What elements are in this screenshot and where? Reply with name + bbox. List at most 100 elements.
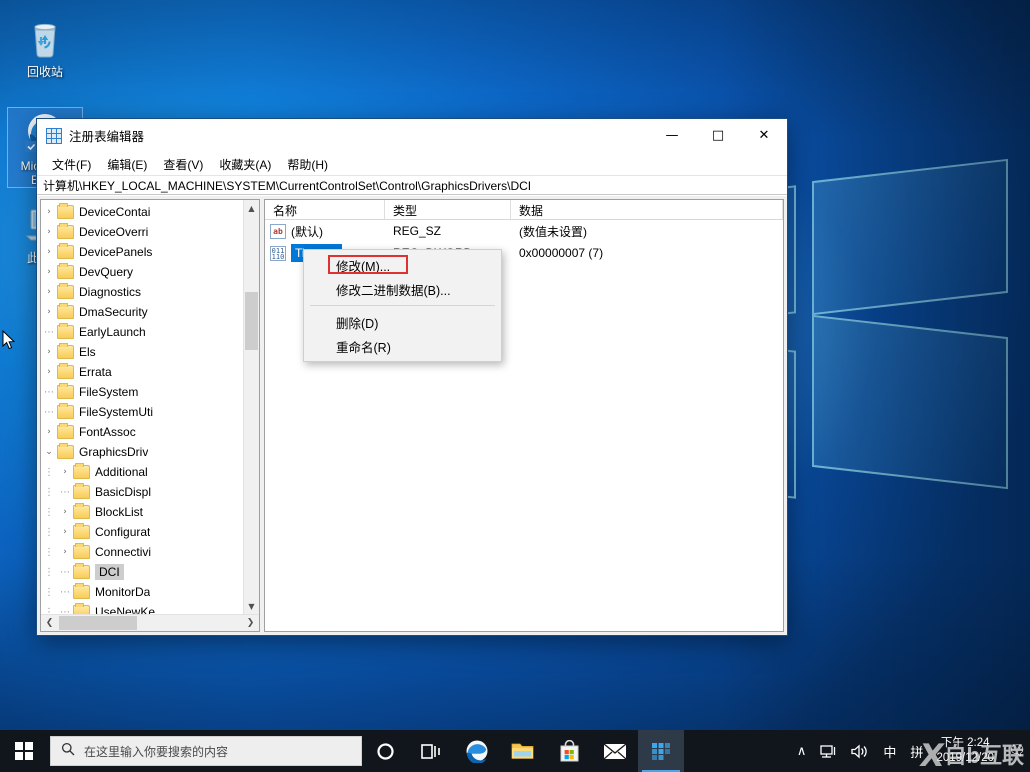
context-menu-item-modify-binary[interactable]: 修改二进制数据(B)... bbox=[304, 277, 501, 301]
context-menu-item-modify[interactable]: 修改(M)... bbox=[304, 253, 501, 277]
tree-horizontal-scrollbar[interactable]: ❮ ❯ bbox=[41, 614, 259, 631]
tree-expander-icon[interactable]: › bbox=[57, 547, 73, 557]
value-name-cell[interactable]: ab (默认) bbox=[265, 223, 385, 240]
window-titlebar[interactable]: 注册表编辑器 — □ ✕ bbox=[37, 119, 787, 153]
tree-node-basicdispl[interactable]: ⋮ ⋯ BasicDispl bbox=[41, 482, 259, 502]
desktop-icon-recycle-bin[interactable]: 回收站 bbox=[8, 14, 82, 79]
maximize-button[interactable]: □ bbox=[695, 119, 741, 152]
tree-expander-icon[interactable]: › bbox=[41, 247, 57, 257]
menu-bar[interactable]: 文件(F) 编辑(E) 查看(V) 收藏夹(A) 帮助(H) bbox=[37, 153, 787, 175]
tree-node-fontassoc[interactable]: › FontAssoc bbox=[41, 422, 259, 442]
folder-icon bbox=[73, 543, 90, 559]
ime-pinyin-icon[interactable]: 拼 bbox=[903, 730, 930, 772]
tree-node-errata[interactable]: › Errata bbox=[41, 362, 259, 382]
tree-expander-icon[interactable]: › bbox=[41, 427, 57, 437]
tree-expander-icon[interactable]: › bbox=[57, 527, 73, 537]
tree-node-configurat[interactable]: ⋮ › Configurat bbox=[41, 522, 259, 542]
tree-expander-icon[interactable]: › bbox=[41, 227, 57, 237]
tree-node-devquery[interactable]: › DevQuery bbox=[41, 262, 259, 282]
address-bar[interactable]: 计算机\HKEY_LOCAL_MACHINE\SYSTEM\CurrentCon… bbox=[37, 175, 787, 195]
taskbar-button-edge[interactable] bbox=[454, 730, 500, 772]
value-type-cell: REG_SZ bbox=[393, 224, 442, 238]
taskbar-search-box[interactable]: 在这里输入你要搜索的内容 bbox=[50, 736, 362, 766]
folder-icon bbox=[57, 403, 74, 419]
tree-node-deviceoverri[interactable]: › DeviceOverri bbox=[41, 222, 259, 242]
tree-expander-icon[interactable]: › bbox=[57, 507, 73, 517]
tree-expander-icon[interactable]: › bbox=[41, 347, 57, 357]
tree-indent: ⋮ bbox=[44, 586, 54, 598]
tree-scroll-thumb[interactable] bbox=[245, 292, 258, 350]
tree-indent: ⋮ bbox=[44, 466, 54, 478]
volume-icon[interactable] bbox=[844, 730, 876, 772]
show-hidden-icons-icon[interactable]: ∧ bbox=[790, 730, 814, 772]
tree-node-earlylaunch[interactable]: ⋯ EarlyLaunch bbox=[41, 322, 259, 342]
tree-node-connectivi[interactable]: ⋮ › Connectivi bbox=[41, 542, 259, 562]
minimize-button[interactable]: — bbox=[649, 119, 695, 152]
desktop[interactable]: 回收站 Microsoft Edge 此电脑 bbox=[0, 0, 1030, 772]
context-menu[interactable]: 修改(M)... 修改二进制数据(B)... 删除(D) 重命名(R) bbox=[303, 249, 502, 362]
taskbar-button-registry-editor[interactable] bbox=[638, 730, 684, 772]
system-tray[interactable]: ∧ 中 拼 下午 2:24 2019/12/20 🗨 bbox=[790, 730, 1030, 772]
tree-expander-icon[interactable]: › bbox=[41, 307, 57, 317]
tree-node-usenewke[interactable]: ⋮ ⋯ UseNewKe bbox=[41, 602, 259, 614]
tree-node-blocklist[interactable]: ⋮ › BlockList bbox=[41, 502, 259, 522]
registry-tree-list[interactable]: › DeviceContai › DeviceOverri › DevicePanels ›… bbox=[41, 202, 259, 614]
scroll-down-icon[interactable]: ▼ bbox=[244, 598, 259, 614]
context-menu-item-rename[interactable]: 重命名(R) bbox=[304, 334, 501, 358]
mail-icon bbox=[603, 742, 627, 759]
tree-node-filesystemuti[interactable]: ⋯ FileSystemUti bbox=[41, 402, 259, 422]
taskbar[interactable]: 在这里输入你要搜索的内容 ∧ 中 拼 下午 2:24 2019/12/20 🗨 bbox=[0, 730, 1030, 772]
registry-tree-pane[interactable]: › DeviceContai › DeviceOverri › DevicePanels ›… bbox=[40, 199, 260, 632]
tree-indent: ⋮ bbox=[44, 506, 54, 518]
tree-node-graphicsdriv[interactable]: ⌄ GraphicsDriv bbox=[41, 442, 259, 462]
tree-node-label: DmaSecurity bbox=[79, 305, 148, 319]
tree-expander-icon[interactable]: › bbox=[41, 367, 57, 377]
start-button[interactable] bbox=[0, 730, 48, 772]
menu-favorites[interactable]: 收藏夹(A) bbox=[211, 154, 279, 175]
search-input[interactable]: 在这里输入你要搜索的内容 bbox=[84, 743, 228, 760]
tree-node-dmasecurity[interactable]: › DmaSecurity bbox=[41, 302, 259, 322]
menu-help[interactable]: 帮助(H) bbox=[279, 154, 336, 175]
tree-expander-icon[interactable]: › bbox=[41, 287, 57, 297]
column-header-type[interactable]: 类型 bbox=[385, 200, 511, 219]
menu-file[interactable]: 文件(F) bbox=[44, 154, 99, 175]
ime-language-icon[interactable]: 中 bbox=[876, 730, 903, 772]
notification-center-icon[interactable]: 🗨 bbox=[1004, 730, 1030, 772]
taskbar-button-task-view[interactable] bbox=[408, 730, 454, 772]
network-icon[interactable] bbox=[813, 730, 844, 772]
search-icon bbox=[61, 742, 75, 760]
tree-node-devicecontai[interactable]: › DeviceContai bbox=[41, 202, 259, 222]
tree-hscroll-thumb[interactable] bbox=[59, 616, 137, 630]
menu-view[interactable]: 查看(V) bbox=[155, 154, 211, 175]
tree-expander-icon[interactable]: › bbox=[41, 207, 57, 217]
tree-node-diagnostics[interactable]: › Diagnostics bbox=[41, 282, 259, 302]
folder-icon bbox=[57, 203, 74, 219]
tree-node-additional[interactable]: ⋮ › Additional bbox=[41, 462, 259, 482]
context-menu-item-delete[interactable]: 删除(D) bbox=[304, 310, 501, 334]
scroll-up-icon[interactable]: ▲ bbox=[244, 200, 259, 216]
taskbar-button-file-explorer[interactable] bbox=[500, 730, 546, 772]
tree-node-els[interactable]: › Els bbox=[41, 342, 259, 362]
registry-tree-viewport[interactable]: › DeviceContai › DeviceOverri › DevicePanels ›… bbox=[41, 200, 259, 614]
value-row[interactable]: ab (默认) REG_SZ (数值未设置) bbox=[265, 220, 783, 242]
scroll-left-icon[interactable]: ❮ bbox=[41, 615, 58, 632]
tree-expander-icon[interactable]: › bbox=[57, 467, 73, 477]
tree-vertical-scrollbar[interactable]: ▲ ▼ bbox=[243, 200, 259, 614]
values-column-header[interactable]: 名称 类型 数据 bbox=[265, 200, 783, 220]
column-header-name[interactable]: 名称 bbox=[265, 200, 385, 219]
tree-expander-icon[interactable]: ⌄ bbox=[41, 447, 57, 457]
tree-expander-icon[interactable]: › bbox=[41, 267, 57, 277]
close-button[interactable]: ✕ bbox=[741, 119, 787, 152]
taskbar-button-mail[interactable] bbox=[592, 730, 638, 772]
taskbar-button-cortana[interactable] bbox=[362, 730, 408, 772]
taskbar-clock[interactable]: 下午 2:24 2019/12/20 bbox=[930, 730, 1004, 772]
column-header-data[interactable]: 数据 bbox=[511, 200, 783, 219]
tree-node-devicepanels[interactable]: › DevicePanels bbox=[41, 242, 259, 262]
tree-node-dci[interactable]: ⋮ ⋯ DCI bbox=[41, 562, 259, 582]
taskbar-button-microsoft-store[interactable] bbox=[546, 730, 592, 772]
tree-node-filesystem[interactable]: ⋯ FileSystem bbox=[41, 382, 259, 402]
tree-node-monitorda[interactable]: ⋮ ⋯ MonitorDa bbox=[41, 582, 259, 602]
menu-edit[interactable]: 编辑(E) bbox=[99, 154, 155, 175]
scroll-right-icon[interactable]: ❯ bbox=[242, 615, 259, 632]
registry-editor-window[interactable]: 注册表编辑器 — □ ✕ 文件(F) 编辑(E) 查看(V) 收藏夹(A) 帮助… bbox=[36, 118, 788, 636]
